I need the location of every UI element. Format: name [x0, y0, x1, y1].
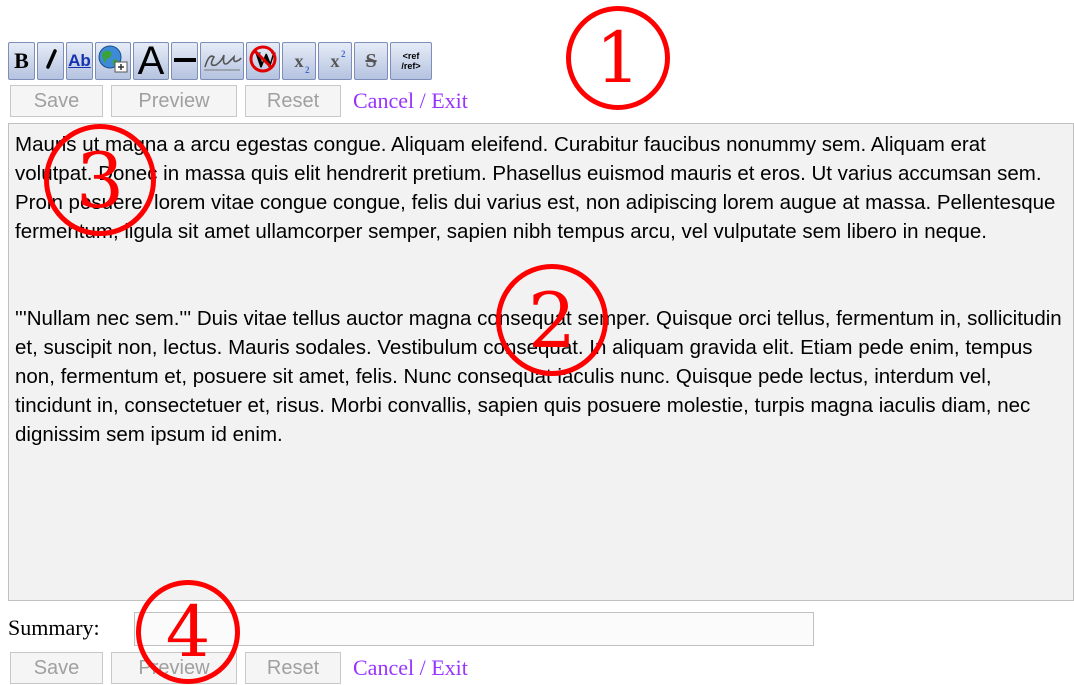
strikethrough-icon: S [365, 49, 377, 72]
save-button-bottom[interactable]: Save [10, 652, 103, 684]
reference-icon: <ref /ref> [401, 51, 420, 71]
callout-3: 3 [44, 124, 156, 236]
headline-icon: A [137, 42, 165, 80]
subscript-icon: x2 [294, 50, 310, 75]
callout-1: 1 [566, 6, 670, 110]
subscript-button[interactable]: x2 [282, 42, 316, 80]
internal-link-button[interactable]: Ab [66, 42, 93, 80]
strikethrough-button[interactable]: S [354, 42, 388, 80]
italic-button[interactable] [37, 42, 64, 80]
reference-line1: <ref [402, 51, 420, 61]
superscript-digit: 2 [341, 48, 346, 59]
external-link-button[interactable] [95, 42, 131, 80]
superscript-label: x [330, 50, 340, 71]
superscript-button[interactable]: x2 [318, 42, 352, 80]
reference-line2: /ref> [401, 61, 421, 71]
callout-2: 2 [496, 264, 608, 376]
reference-button[interactable]: <ref /ref> [390, 42, 432, 80]
reset-button-top[interactable]: Reset [245, 85, 341, 117]
nowiki-icon: W [248, 44, 278, 79]
cancel-exit-link-top[interactable]: Cancel / Exit [353, 88, 468, 114]
summary-label: Summary: [8, 615, 100, 640]
preview-button-top[interactable]: Preview [111, 85, 237, 117]
edit-toolbar: B Ab A x 2 x 2 S <ref /ref> [8, 40, 434, 82]
superscript-icon: x2 [330, 49, 346, 72]
reset-button-bottom[interactable]: Reset [245, 652, 341, 684]
bold-icon: B [14, 48, 29, 73]
headline-button[interactable]: A [133, 42, 169, 80]
callout-4: 4 [136, 580, 240, 684]
signature-button[interactable] [200, 42, 244, 80]
internal-link-icon: Ab [68, 51, 91, 70]
horizontal-rule-button[interactable] [171, 42, 198, 80]
signature-icon [202, 45, 242, 78]
subscript-digit: 2 [305, 64, 310, 75]
top-action-bar: Save Preview Reset Cancel / Exit [10, 84, 468, 118]
nowiki-button[interactable]: W [246, 42, 280, 80]
save-button-top[interactable]: Save [10, 85, 103, 117]
subscript-label: x [294, 50, 304, 71]
bottom-action-bar: Save Preview Reset Cancel / Exit [10, 651, 468, 685]
bold-button[interactable]: B [8, 42, 35, 80]
globe-link-icon [97, 44, 129, 79]
horizontal-line-icon [173, 52, 197, 70]
editor-paragraph-1: Mauris ut magna a arcu egestas congue. A… [15, 133, 1062, 243]
italic-icon [43, 48, 59, 74]
cancel-exit-link-bottom[interactable]: Cancel / Exit [353, 655, 468, 681]
